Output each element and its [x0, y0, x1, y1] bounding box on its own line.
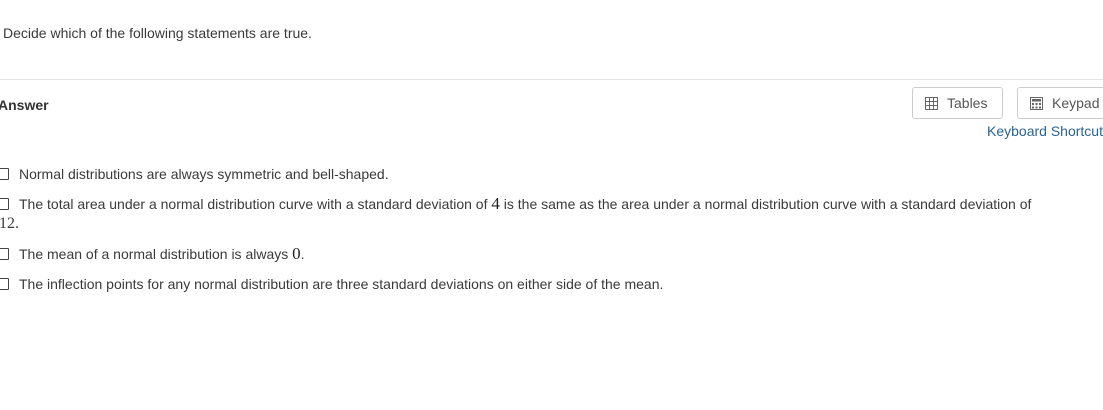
divider: [0, 79, 1103, 80]
option-checkbox[interactable]: [0, 248, 9, 260]
option-text-after: .: [15, 215, 19, 232]
tables-button-label: Tables: [947, 95, 988, 111]
option-text-before: The total area under a normal distributi…: [19, 196, 492, 212]
math-value: 0: [292, 244, 301, 263]
option-checkbox[interactable]: [0, 198, 9, 210]
tables-button[interactable]: Tables: [912, 87, 1003, 119]
table-grid-icon: [925, 96, 938, 110]
calculator-icon: [1030, 96, 1043, 110]
option-text: The mean of a normal distribution is alw…: [19, 244, 305, 264]
question-prompt: Decide which of the following statements…: [3, 25, 312, 41]
keyboard-shortcuts-link[interactable]: Keyboard Shortcuts: [987, 123, 1103, 139]
math-value: 12: [0, 215, 15, 232]
keypad-button[interactable]: Keypad: [1017, 87, 1103, 119]
option-text-middle: is the same as the area under a normal d…: [499, 196, 1032, 212]
option-text-continuation: 12.: [0, 214, 19, 234]
option-text: The inflection points for any normal dis…: [19, 276, 664, 292]
answer-label: Answer: [0, 97, 49, 113]
option-checkbox[interactable]: [0, 278, 9, 290]
option-checkbox[interactable]: [0, 168, 9, 180]
option-text: The total area under a normal distributi…: [19, 194, 1031, 214]
keypad-button-label: Keypad: [1052, 95, 1100, 111]
option-text-after: .: [300, 246, 305, 262]
option-text: Normal distributions are always symmetri…: [19, 166, 389, 182]
option-text-before: The mean of a normal distribution is alw…: [19, 246, 293, 262]
math-value: 4: [491, 194, 500, 213]
